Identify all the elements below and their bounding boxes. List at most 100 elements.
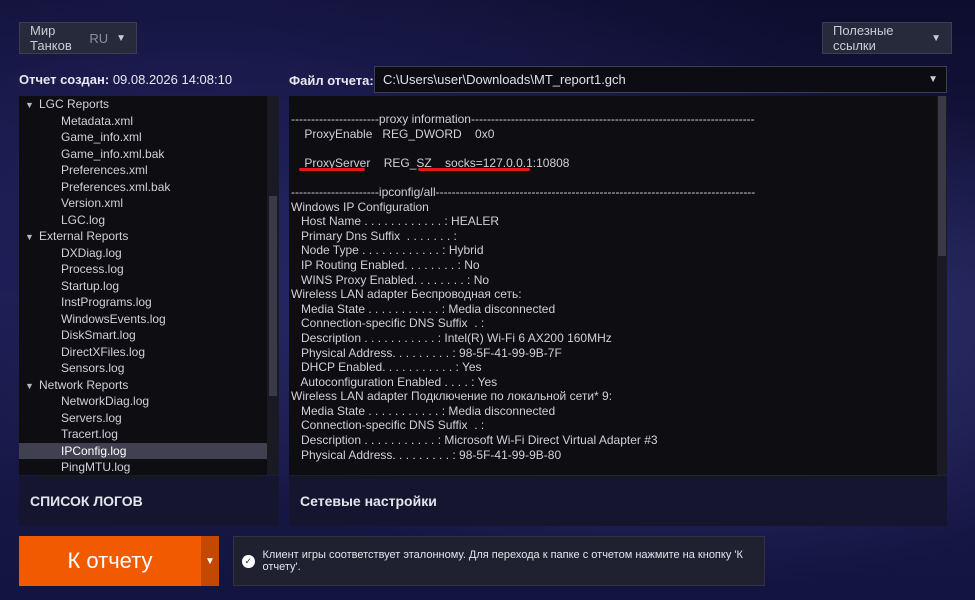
log-tree[interactable]: ▼ LGC Reports Metadata.xml Game_info.xml Gam… — [19, 96, 279, 475]
scrollbar-thumb[interactable] — [269, 196, 277, 396]
report-created: Отчет создан: 09.08.2026 14:08:10 — [19, 72, 232, 87]
log-line: Node Type . . . . . . . . . . . . : Hybr… — [291, 243, 484, 258]
tree-item-label: Metadata.xml — [61, 113, 134, 128]
expand-toggle-icon[interactable]: ▼ — [25, 229, 39, 246]
tree-item-label: Process.log — [61, 262, 124, 276]
tree-item[interactable]: Version.xml — [19, 195, 279, 212]
tree-item[interactable]: DirectXFiles.log — [19, 344, 279, 361]
section-footer: Сетевые настройки — [289, 476, 947, 526]
tree-item-label: Preferences.xml.bak — [61, 179, 171, 194]
log-line: Windows IP Configuration — [291, 199, 429, 214]
tree-item[interactable]: NetworkDiag.log — [19, 393, 279, 410]
log-line: Connection-specific DNS Suffix . : — [291, 418, 485, 433]
log-tree-rows: ▼ LGC Reports Metadata.xml Game_info.xml Gam… — [19, 96, 279, 475]
tree-item-label: Sensors.log — [61, 361, 125, 375]
chevron-down-icon: ▼ — [928, 74, 938, 85]
log-line: WINS Proxy Enabled. . . . . . . . : No — [291, 272, 490, 287]
tree-item[interactable]: IPConfig.log — [19, 442, 267, 459]
tree-item-label: DiskSmart.log — [61, 328, 136, 342]
log-line: ----------------------proxy information-… — [291, 112, 755, 126]
section-title: Сетевые настройки — [300, 493, 437, 509]
chevron-down-icon: ▼ — [931, 32, 941, 44]
log-line: Physical Address. . . . . . . . . : 98-5… — [291, 345, 562, 360]
tree-item-label: IPConfig.log — [61, 443, 127, 458]
region-label: RU — [89, 30, 109, 46]
tree-item-label: PingMTU.log — [61, 460, 131, 474]
tree-item-label: NetworkDiag.log — [61, 394, 150, 408]
log-line: Primary Dns Suffix . . . . . . . : — [291, 228, 457, 243]
tree-item[interactable]: Sensors.log — [19, 360, 279, 377]
tree-folder[interactable]: ▼ LGC Reports — [19, 96, 279, 113]
status-notice-text: Клиент игры соответствует эталонному. Дл… — [262, 549, 743, 573]
expand-toggle-icon[interactable]: ▼ — [25, 378, 39, 395]
log-content: ----------------------proxy information-… — [289, 96, 947, 475]
tree-item[interactable]: Process.log — [19, 261, 279, 278]
game-select[interactable]: Мир Танков RU ▼ — [19, 22, 137, 54]
log-line: Host Name . . . . . . . . . . . . : HEAL… — [291, 214, 500, 229]
highlight-underline — [299, 168, 365, 171]
tree-item-label: WindowsEvents.log — [61, 311, 166, 326]
tree-item[interactable]: Preferences.xml — [19, 162, 279, 179]
game-select-label: Мир Танков — [30, 23, 72, 53]
tree-folder[interactable]: ▼ Network Reports — [19, 377, 279, 394]
tree-item-label: InstPrograms.log — [61, 295, 152, 309]
useful-links-select[interactable]: Полезные ссылки ▼ — [822, 22, 952, 54]
tree-item-label: Game_info.xml — [61, 130, 142, 144]
log-content-scrollbar[interactable] — [937, 96, 947, 475]
tree-item[interactable]: InstPrograms.log — [19, 294, 279, 311]
tree-item[interactable]: Startup.log — [19, 278, 279, 295]
tree-item-label: DirectXFiles.log — [61, 344, 146, 359]
log-line: Autoconfiguration Enabled . . . . : Yes — [291, 374, 498, 389]
tree-item[interactable]: Tracert.log — [19, 426, 279, 443]
log-list-title: СПИСОК ЛОГОВ — [30, 493, 143, 509]
tree-item[interactable]: Servers.log — [19, 410, 279, 427]
tree-item[interactable]: LGC.log — [19, 212, 279, 229]
tree-item[interactable]: Game_info.xml.bak — [19, 146, 279, 163]
tree-item[interactable]: DXDiag.log — [19, 245, 279, 262]
report-created-label: Отчет создан: — [19, 72, 110, 87]
report-file-label: Файл отчета: — [289, 73, 374, 88]
log-line: Media State . . . . . . . . . . . : Medi… — [291, 403, 556, 418]
log-line: ProxyEnable REG_DWORD 0x0 — [291, 126, 495, 141]
tree-item-label: Version.xml — [61, 196, 124, 210]
tree-folder[interactable]: ▼ External Reports — [19, 228, 279, 245]
log-line: ProxyServer REG_SZ socks=127.0.0.1:10808 — [291, 155, 570, 170]
highlight-underline — [418, 168, 530, 171]
log-line: DHCP Enabled. . . . . . . . . . . : Yes — [291, 360, 482, 375]
tree-item[interactable]: Metadata.xml — [19, 113, 279, 130]
log-lines: ----------------------proxy information-… — [289, 96, 947, 462]
tree-item-label: Tracert.log — [61, 427, 118, 441]
log-line: Description . . . . . . . . . . . : Inte… — [291, 330, 612, 345]
log-line: Description . . . . . . . . . . . : Micr… — [291, 433, 658, 448]
tree-item-label: DXDiag.log — [61, 245, 122, 260]
log-line: Wireless LAN adapter Беспроводная сеть: — [291, 287, 522, 302]
expand-toggle-icon[interactable]: ▼ — [25, 97, 39, 114]
tree-item[interactable]: Preferences.xml.bak — [19, 179, 279, 196]
status-notice: ✓ Клиент игры соответствует эталонному. … — [233, 536, 765, 586]
tree-item[interactable]: DiskSmart.log — [19, 327, 279, 344]
log-line: Physical Address. . . . . . . . . : 98-5… — [291, 447, 562, 462]
report-file-select[interactable]: C:\Users\user\Downloads\MT_report1.gch ▼ — [374, 66, 947, 93]
log-tree-scrollbar[interactable] — [267, 96, 279, 475]
log-line: Wireless LAN adapter Подключение по лока… — [291, 389, 613, 404]
log-list-footer: СПИСОК ЛОГОВ — [19, 476, 279, 526]
log-line: ----------------------ipconfig/all------… — [291, 184, 756, 199]
tree-item[interactable]: Game_info.xml — [19, 129, 279, 146]
to-report-options-button[interactable]: ▼ — [201, 536, 219, 586]
chevron-down-icon: ▼ — [205, 555, 215, 567]
to-report-label: К отчету — [67, 548, 153, 573]
tree-item-label: Game_info.xml.bak — [61, 146, 165, 161]
tree-item-label: LGC Reports — [39, 97, 110, 111]
tree-item-label: Servers.log — [61, 410, 122, 425]
scrollbar-thumb[interactable] — [938, 96, 946, 256]
tree-item-label: Network Reports — [39, 377, 129, 392]
tree-item[interactable]: WindowsEvents.log — [19, 311, 279, 328]
check-icon: ✓ — [242, 554, 255, 568]
chevron-down-icon: ▼ — [116, 32, 126, 44]
tree-item-label: External Reports — [39, 229, 129, 243]
tree-item-label: LGC.log — [61, 212, 106, 227]
log-line: Connection-specific DNS Suffix . : — [291, 316, 485, 331]
tree-item[interactable]: PingMTU.log — [19, 459, 279, 475]
to-report-button[interactable]: К отчету — [19, 536, 201, 586]
